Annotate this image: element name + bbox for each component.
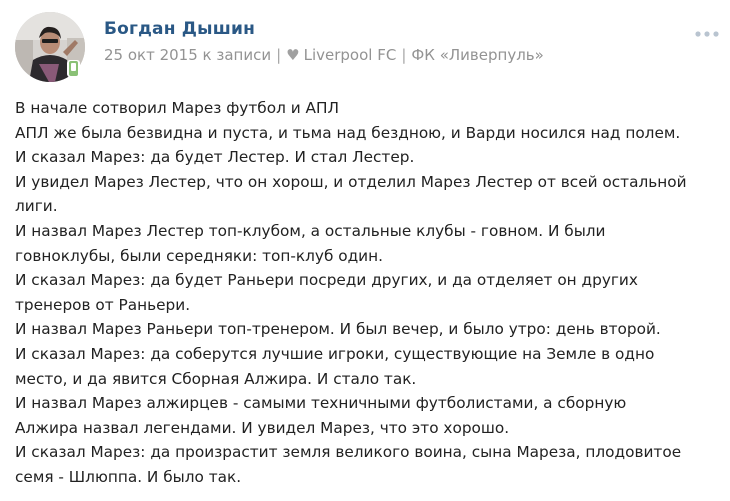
post-text-line: И сказал Марез: да соберутся лучшие игро…	[15, 344, 655, 363]
meta-separator: |	[276, 46, 282, 64]
post-date-link[interactable]: 25 окт 2015 к записи	[104, 46, 271, 64]
mobile-phone-icon	[69, 61, 78, 76]
post-text-line: тренеров от Раньери.	[15, 295, 191, 314]
post-text-line: И назвал Марез алжирцев - самыми техничн…	[15, 394, 627, 413]
post-text-line: И увидел Марез Лестер, что он хорош, и о…	[15, 172, 687, 191]
post-text-line: И назвал Марез Лестер топ-клубом, а оста…	[15, 221, 606, 240]
post-text-line: И сказал Марез: да будет Лестер. И стал …	[15, 148, 415, 167]
more-actions-button[interactable]	[690, 23, 724, 45]
post-text-line: место, и да явится Сборная Алжира. И ста…	[15, 369, 417, 388]
post-text-line: АПЛ же была безвидна и пуста, и тьма над…	[15, 123, 681, 142]
post-text-line: семя - Шлюппа. И было так.	[15, 467, 242, 486]
author-name-link[interactable]: Богдан Дышин	[104, 19, 255, 39]
heart-icon: ♥	[286, 46, 300, 64]
post-text-line: И назвал Марез Раньери топ-тренером. И б…	[15, 320, 661, 339]
club-link-ru[interactable]: ФК «Ливерпуль»	[411, 46, 543, 64]
wall-post: Богдан Дышин 25 окт 2015 к записи | ♥ Liver…	[0, 0, 730, 501]
post-meta: 25 окт 2015 к записи | ♥ Liverpool FC | ФК «Л…	[104, 46, 544, 64]
more-dots-icon	[695, 31, 719, 37]
post-text-line: В начале сотворил Марез футбол и АПЛ	[15, 99, 339, 117]
post-text-line: И сказал Марез: да будет Раньери посреди…	[15, 271, 638, 290]
mobile-online-badge	[67, 60, 80, 77]
meta-separator: |	[401, 46, 407, 64]
post-text-line: Алжира назвал легендами. И увидел Марез,…	[15, 418, 510, 437]
club-link-en[interactable]: Liverpool FC	[304, 46, 397, 64]
post-text: В начале сотворил Марез футбол и АПЛ АПЛ …	[15, 96, 723, 490]
post-text-line: лиги.	[15, 197, 58, 216]
post-text-line: И сказал Марез: да произрастит земля вел…	[15, 443, 682, 462]
post-text-line: говноклубы, были середняки: топ-клуб оди…	[15, 246, 383, 265]
